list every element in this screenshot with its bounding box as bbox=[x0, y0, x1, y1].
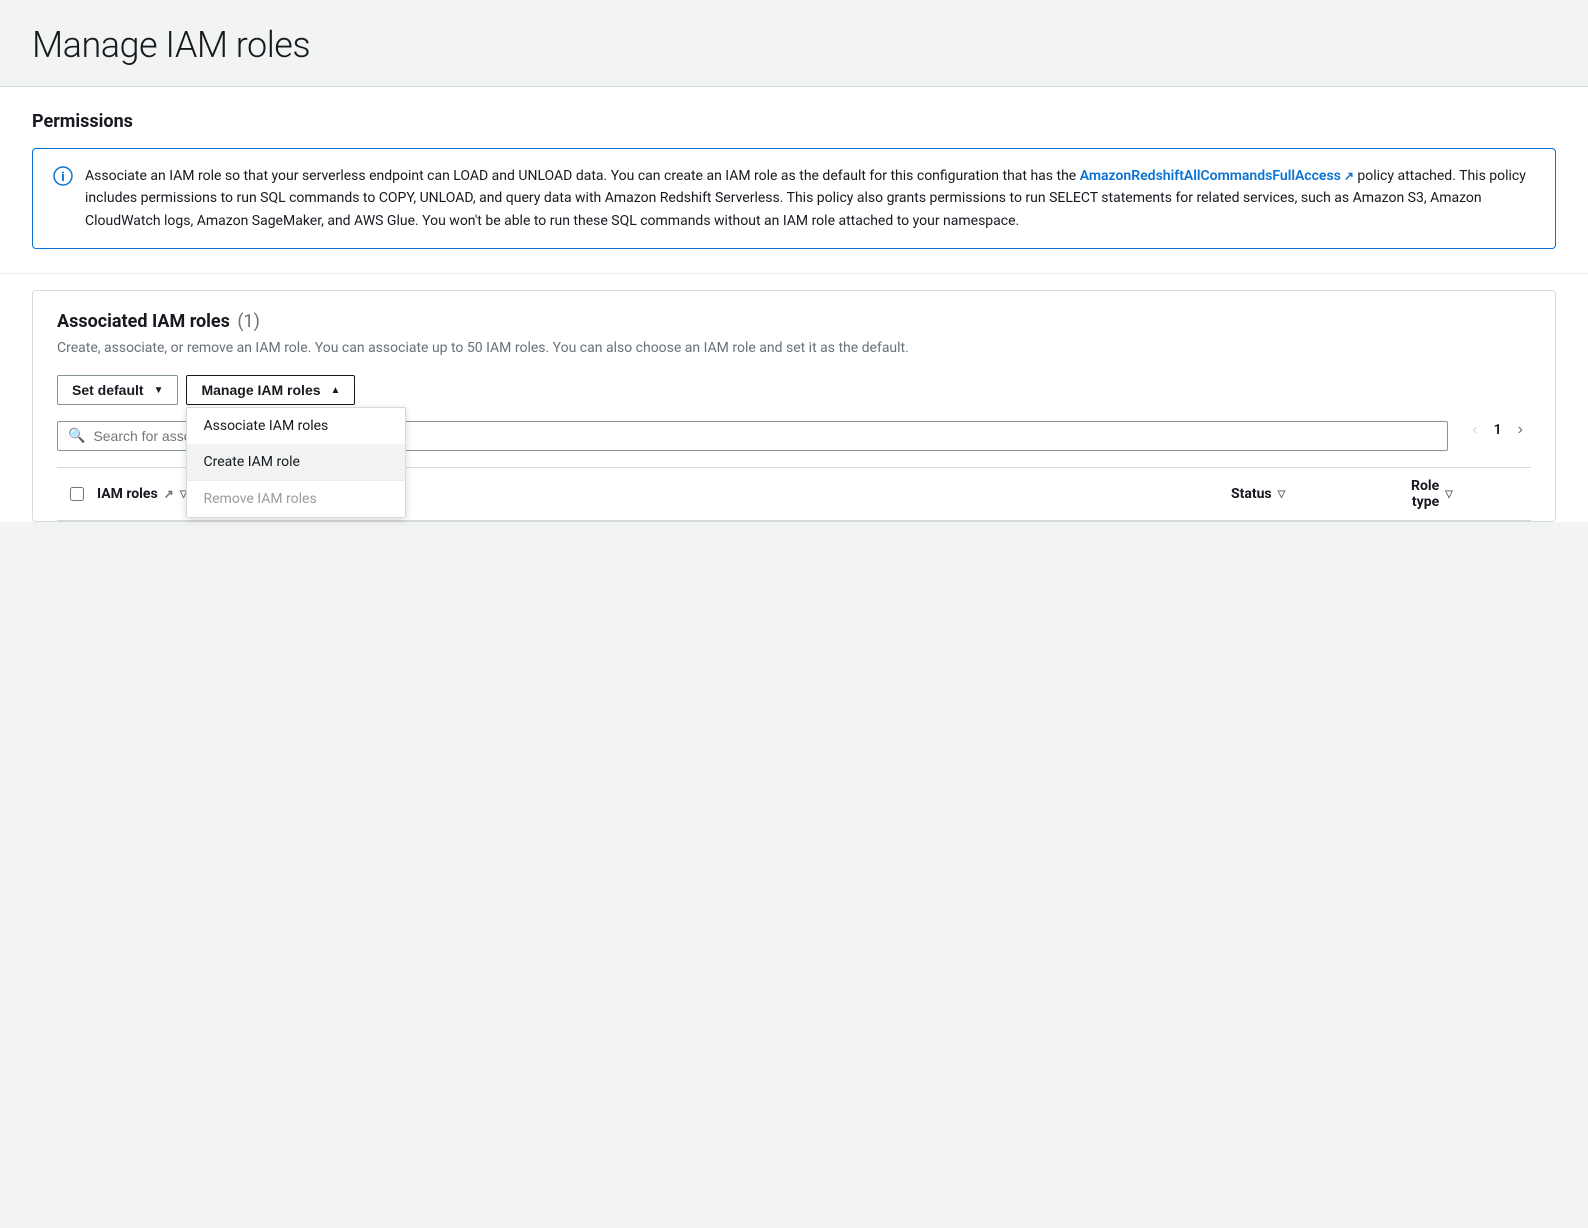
next-page-button[interactable]: › bbox=[1510, 417, 1531, 443]
amazon-redshift-link[interactable]: AmazonRedshiftAllCommandsFullAccess↗ bbox=[1080, 168, 1354, 184]
role-type-header-label: Roletype bbox=[1411, 478, 1439, 510]
set-default-arrow-icon: ▼ bbox=[154, 385, 164, 396]
manage-arrow-icon: ▲ bbox=[331, 385, 341, 396]
status-header-label: Status bbox=[1231, 486, 1272, 502]
table-col-status: Status ▽ bbox=[1231, 486, 1411, 502]
set-default-button[interactable]: Set default ▼ bbox=[57, 375, 178, 405]
page-header: Manage IAM roles bbox=[0, 0, 1588, 87]
role-type-sort-icon[interactable]: ▽ bbox=[1445, 489, 1453, 500]
manage-dropdown-wrapper: Manage IAM roles ▲ Associate IAM roles C… bbox=[186, 375, 355, 405]
page-number: 1 bbox=[1494, 422, 1502, 438]
create-iam-role-item[interactable]: Create IAM role bbox=[187, 444, 405, 480]
associated-roles-section: Associated IAM roles (1) Create, associa… bbox=[32, 290, 1556, 522]
associated-count: (1) bbox=[237, 311, 260, 332]
info-text-before: Associate an IAM role so that your serve… bbox=[85, 168, 1080, 184]
pagination: ‹ 1 › bbox=[1448, 417, 1531, 455]
prev-page-button[interactable]: ‹ bbox=[1464, 417, 1485, 443]
permissions-title: Permissions bbox=[32, 111, 1556, 132]
toolbar: Set default ▼ Manage IAM roles ▲ Associa… bbox=[57, 375, 1531, 405]
table-col-role-type: Roletype ▽ bbox=[1411, 478, 1531, 510]
page-content: Permissions i Associate an IAM role so t… bbox=[0, 87, 1588, 522]
page-title: Manage IAM roles bbox=[32, 24, 1556, 66]
permissions-section: Permissions i Associate an IAM role so t… bbox=[0, 87, 1588, 274]
select-all-checkbox[interactable] bbox=[70, 487, 84, 501]
external-link-icon: ↗ bbox=[1344, 167, 1354, 186]
table-col-checkbox bbox=[57, 487, 97, 501]
manage-dropdown-menu: Associate IAM roles Create IAM role Remo… bbox=[186, 407, 406, 518]
status-sort-icon[interactable]: ▽ bbox=[1278, 489, 1286, 500]
remove-iam-roles-item: Remove IAM roles bbox=[187, 481, 405, 517]
associated-title: Associated IAM roles bbox=[57, 311, 230, 332]
associated-header: Associated IAM roles (1) bbox=[57, 311, 1531, 332]
iam-roles-ext-link-icon: ↗ bbox=[164, 487, 174, 501]
info-description: Associate an IAM role so that your serve… bbox=[85, 165, 1535, 232]
manage-iam-roles-button[interactable]: Manage IAM roles ▲ bbox=[186, 375, 355, 405]
associate-iam-roles-item[interactable]: Associate IAM roles bbox=[187, 408, 405, 444]
info-box: i Associate an IAM role so that your ser… bbox=[32, 148, 1556, 249]
set-default-label: Set default bbox=[72, 382, 144, 398]
iam-roles-header-label: IAM roles bbox=[97, 486, 158, 502]
svg-text:i: i bbox=[61, 170, 64, 185]
info-icon: i bbox=[53, 166, 73, 186]
search-icon: 🔍 bbox=[68, 428, 85, 444]
associated-description: Create, associate, or remove an IAM role… bbox=[57, 338, 1531, 359]
manage-label: Manage IAM roles bbox=[201, 382, 320, 398]
